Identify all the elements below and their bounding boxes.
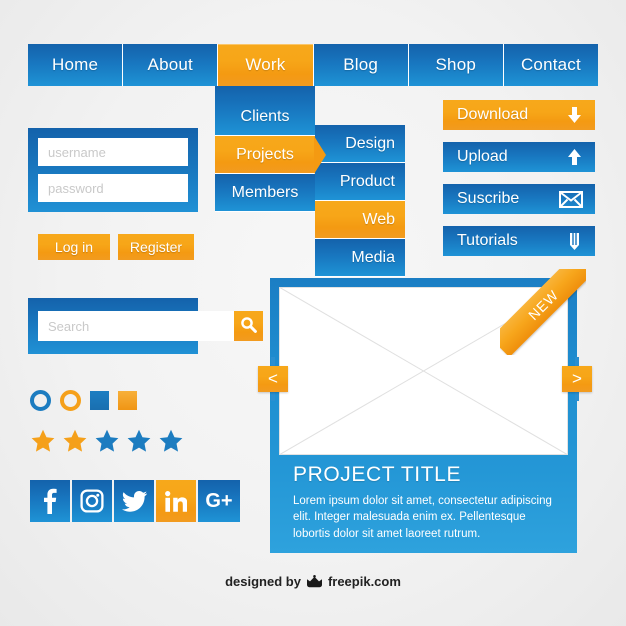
radio-orange[interactable] bbox=[60, 390, 81, 411]
project-card-description: Lorem ipsum dolor sit amet, consectetur … bbox=[293, 495, 552, 540]
search-bar bbox=[28, 298, 263, 354]
upload-button-label: Upload bbox=[457, 148, 508, 165]
googleplus-label: G+ bbox=[205, 490, 233, 512]
menu-item-media[interactable]: Media bbox=[315, 239, 405, 277]
submenu-secondary: Design Product Web Media bbox=[315, 125, 405, 277]
search-button[interactable] bbox=[234, 311, 263, 341]
image-placeholder bbox=[279, 287, 568, 455]
nav-item-blog[interactable]: Blog bbox=[313, 44, 409, 86]
linkedin-icon[interactable] bbox=[156, 480, 198, 522]
project-card-body: PROJECT TITLE Lorem ipsum dolor sit amet… bbox=[279, 455, 568, 542]
star-4-empty[interactable] bbox=[126, 428, 152, 454]
download-button-label: Download bbox=[457, 106, 529, 123]
nav-item-shop[interactable]: Shop bbox=[408, 44, 504, 86]
nav-item-contact[interactable]: Contact bbox=[503, 44, 599, 86]
freepik-crown-icon bbox=[306, 575, 323, 588]
nav-item-work[interactable]: Work bbox=[218, 44, 314, 86]
submenu-primary: Clients Projects Members bbox=[215, 86, 315, 212]
search-input[interactable] bbox=[38, 311, 234, 341]
footer-brand: freepik.com bbox=[327, 574, 401, 589]
envelope-icon bbox=[559, 190, 583, 208]
log-in-button[interactable]: Log in bbox=[38, 234, 110, 260]
star-3-empty[interactable] bbox=[94, 428, 120, 454]
arrow-up-icon bbox=[566, 148, 583, 166]
instagram-icon[interactable] bbox=[72, 480, 114, 522]
facebook-icon[interactable] bbox=[30, 480, 72, 522]
username-field[interactable] bbox=[38, 138, 188, 166]
star-1-filled[interactable] bbox=[30, 428, 56, 454]
star-5-empty[interactable] bbox=[158, 428, 184, 454]
main-navigation: Home About Work Blog Shop Contact bbox=[28, 44, 599, 86]
menu-item-projects[interactable]: Projects bbox=[215, 136, 315, 174]
menu-item-members[interactable]: Members bbox=[215, 174, 315, 212]
arrow-down-icon bbox=[566, 106, 583, 124]
carousel-prev-button[interactable]: < bbox=[258, 366, 288, 392]
tutorials-button[interactable]: Tutorials bbox=[443, 226, 595, 256]
menu-item-clients[interactable]: Clients bbox=[215, 86, 315, 136]
social-icon-bar: G+ bbox=[30, 480, 240, 522]
carousel-next-button[interactable]: > bbox=[562, 366, 592, 392]
nav-item-about[interactable]: About bbox=[123, 44, 219, 86]
star-2-filled[interactable] bbox=[62, 428, 88, 454]
subscribe-button-label: Suscribe bbox=[457, 190, 520, 207]
upload-button[interactable]: Upload bbox=[443, 142, 595, 172]
menu-item-design[interactable]: Design bbox=[315, 125, 405, 163]
register-button[interactable]: Register bbox=[118, 234, 194, 260]
download-button[interactable]: Download bbox=[443, 100, 595, 130]
password-field[interactable] bbox=[38, 174, 188, 202]
nav-item-home[interactable]: Home bbox=[28, 44, 124, 86]
footer-prefix: designed by bbox=[225, 574, 301, 589]
form-control-samples bbox=[30, 390, 137, 411]
checkbox-orange[interactable] bbox=[118, 391, 137, 410]
search-icon bbox=[240, 316, 257, 336]
login-form bbox=[28, 128, 198, 212]
star-rating bbox=[30, 428, 184, 454]
project-card: PROJECT TITLE Lorem ipsum dolor sit amet… bbox=[270, 269, 586, 553]
pencil-icon bbox=[566, 231, 583, 251]
radio-blue[interactable] bbox=[30, 390, 51, 411]
project-card-title: PROJECT TITLE bbox=[293, 463, 462, 486]
twitter-icon[interactable] bbox=[114, 480, 156, 522]
menu-item-web[interactable]: Web bbox=[315, 201, 405, 239]
googleplus-icon[interactable]: G+ bbox=[198, 480, 240, 522]
footer-credit: designed by freepik.com bbox=[0, 574, 626, 589]
ui-kit-canvas: Home About Work Blog Shop Contact Clients Proj… bbox=[0, 0, 626, 626]
menu-item-product[interactable]: Product bbox=[315, 163, 405, 201]
tutorials-button-label: Tutorials bbox=[457, 232, 518, 249]
subscribe-button[interactable]: Suscribe bbox=[443, 184, 595, 214]
checkbox-blue[interactable] bbox=[90, 391, 109, 410]
